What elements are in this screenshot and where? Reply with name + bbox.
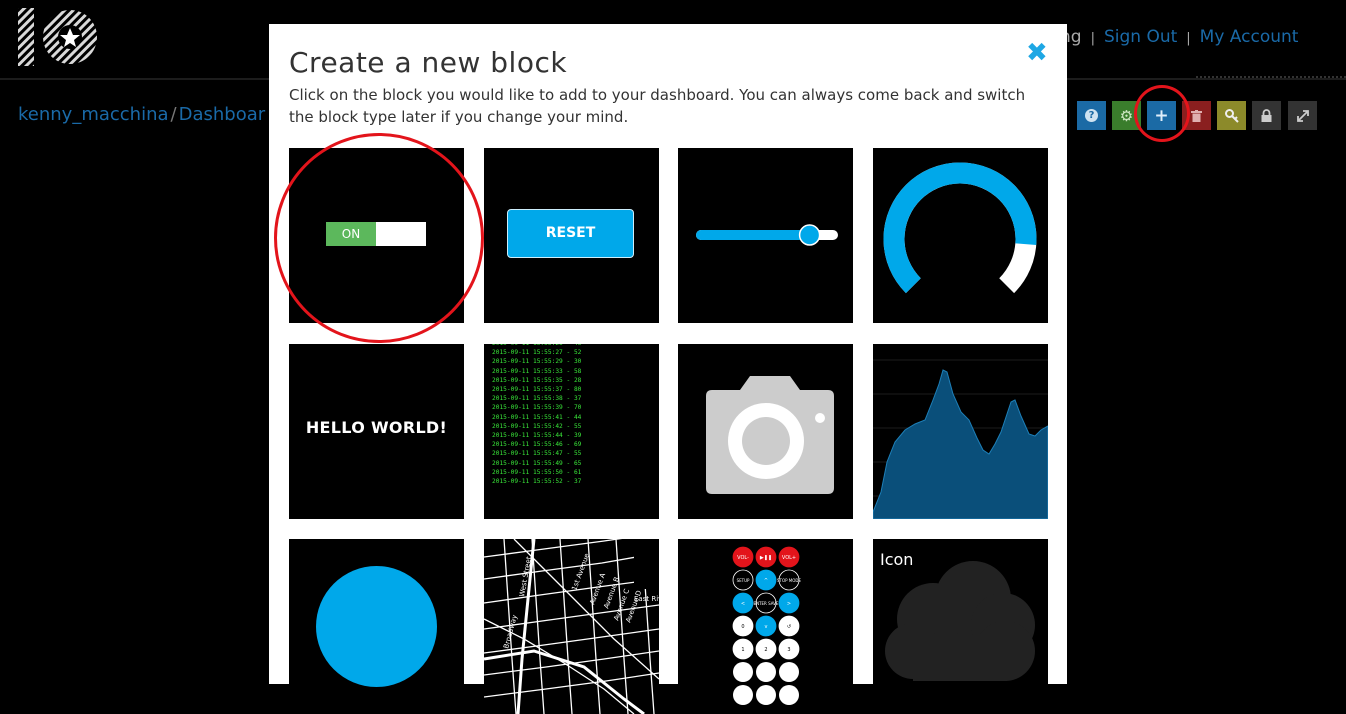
divider xyxy=(1196,76,1346,80)
remote-key-label: 1 xyxy=(741,647,744,653)
remote-key xyxy=(733,685,753,705)
stream-block-tile[interactable]: 2015-09-11 15:55:26 - 46 2015-09-11 15:5… xyxy=(484,344,659,519)
slider-knob xyxy=(798,224,821,246)
my-account-link[interactable]: My Account xyxy=(1200,27,1299,47)
gauge-preview xyxy=(883,162,1037,294)
plus-icon: + xyxy=(1154,105,1169,126)
breadcrumb-separator: / xyxy=(170,104,177,125)
remote-key-label: ▶❚❚ xyxy=(760,555,772,561)
link-separator: | xyxy=(1090,31,1095,46)
lock-icon xyxy=(1261,109,1272,122)
breadcrumb: kenny_macchina / Dashboar xyxy=(18,104,265,125)
map-street-label: East Riv xyxy=(634,595,659,603)
icon-block-label: Icon xyxy=(880,550,914,569)
help-icon: ? xyxy=(1085,109,1098,122)
remote-key-label: > xyxy=(787,601,791,607)
help-button[interactable]: ? xyxy=(1077,101,1106,130)
remote-key-label: STOP MODE xyxy=(777,578,801,583)
modal-title: Create a new block xyxy=(289,46,568,79)
hello-world-text: HELLO WORLD! xyxy=(305,418,448,437)
breadcrumb-user-link[interactable]: kenny_macchina xyxy=(18,104,169,125)
map-street-label: Broadway xyxy=(502,614,519,650)
color-preview-circle xyxy=(316,566,437,687)
camera-icon xyxy=(706,376,834,494)
map-block-tile[interactable]: West Street Broadway 1st Avenue Avenue A… xyxy=(484,539,659,714)
trash-icon xyxy=(1191,109,1202,122)
remote-key-label: ENTER SAVE xyxy=(754,601,779,606)
map-street-label: 1st Avenue xyxy=(570,552,591,591)
remote-key-label: v xyxy=(765,624,768,630)
remote-key-label: VOL+ xyxy=(782,555,796,561)
remote-key-label: 0 xyxy=(741,624,744,630)
gear-icon: ⚙ xyxy=(1119,106,1134,125)
key-button[interactable] xyxy=(1217,101,1246,130)
sign-out-link[interactable]: Sign Out xyxy=(1104,27,1177,47)
stream-log: 2015-09-11 15:55:26 - 46 2015-09-11 15:5… xyxy=(492,344,582,486)
lock-button[interactable] xyxy=(1252,101,1281,130)
image-block-tile[interactable] xyxy=(678,344,853,519)
remote-key-label: 2 xyxy=(764,647,767,653)
settings-button[interactable]: ⚙ xyxy=(1112,101,1141,130)
map-preview: West Street Broadway 1st Avenue Avenue A… xyxy=(484,539,659,714)
expand-icon xyxy=(1296,109,1309,122)
modal-description: Click on the block you would like to add… xyxy=(289,86,1026,126)
icon-block-tile[interactable]: Icon xyxy=(873,539,1048,714)
text-block-tile[interactable]: HELLO WORLD! xyxy=(289,344,464,519)
remote-key xyxy=(756,685,776,705)
reset-button-preview: RESET xyxy=(507,209,634,258)
link-separator: | xyxy=(1186,31,1191,46)
toggle-on-label: ON xyxy=(326,222,376,246)
create-block-modal: Create a new block ✖ Click on the block … xyxy=(269,24,1067,714)
breadcrumb-dashboard-link[interactable]: Dashboar xyxy=(179,104,266,125)
toggle-block-tile[interactable]: ON xyxy=(289,148,464,323)
gauge-block-tile[interactable] xyxy=(873,148,1048,323)
remote-key-label: VOL- xyxy=(737,555,749,561)
remote-key xyxy=(756,662,776,682)
color-block-tile[interactable] xyxy=(289,539,464,714)
remote-control-block-tile[interactable]: VOL- ▶❚❚ VOL+ SETUP ^ STOP MODE < ENTER SAVE >0 v… xyxy=(678,539,853,714)
top-links: ng | Sign Out | My Account xyxy=(1060,27,1298,47)
area-chart-icon xyxy=(873,359,1048,519)
slider-preview xyxy=(696,224,838,246)
io-logo-icon[interactable] xyxy=(16,6,100,68)
remote-key-label: SETUP xyxy=(737,578,750,583)
remote-key xyxy=(779,685,799,705)
remote-key-label: < xyxy=(741,601,745,607)
slider-block-tile[interactable] xyxy=(678,148,853,323)
delete-button[interactable] xyxy=(1182,101,1211,130)
add-block-button[interactable]: + xyxy=(1147,101,1176,130)
remote-key-label: ↺ xyxy=(787,624,791,630)
remote-key xyxy=(779,662,799,682)
remote-key xyxy=(733,662,753,682)
momentary-button-block-tile[interactable]: RESET xyxy=(484,148,659,323)
toggle-switch: ON xyxy=(326,222,426,246)
close-icon[interactable]: ✖ xyxy=(1026,38,1048,68)
remote-control-preview: VOL- ▶❚❚ VOL+ SETUP ^ STOP MODE < ENTER SAVE >0 v… xyxy=(732,546,801,705)
fullscreen-button[interactable] xyxy=(1288,101,1317,130)
remote-key-label: ^ xyxy=(764,578,768,584)
line-chart-block-tile[interactable] xyxy=(873,344,1048,519)
key-icon xyxy=(1224,108,1239,123)
remote-key-label: 3 xyxy=(787,647,790,653)
